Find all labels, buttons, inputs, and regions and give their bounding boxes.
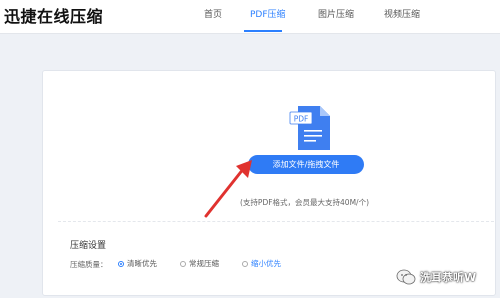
active-tab-indicator [244,30,282,32]
wechat-logo-icon [396,269,416,285]
option-clarity-first-label: 清晰优先 [127,259,157,268]
option-size-first[interactable]: 缩小优先 [242,258,281,269]
compress-settings-title: 压缩设置 [70,241,107,251]
radio-size-first[interactable] [242,260,248,267]
quality-label: 压缩质量： [70,260,108,269]
nav-video-compress[interactable]: 视频压缩 [384,7,420,20]
add-file-button[interactable]: 添加文件/拖拽文件 [248,155,364,174]
option-clarity-first[interactable]: 清晰优先 [118,258,157,269]
app-logo[interactable]: 迅捷在线压缩 [4,3,103,27]
radio-normal-compress[interactable] [180,260,186,267]
radio-clarity-first[interactable] [118,260,124,267]
watermark: 洗耳恭听W [396,264,500,290]
option-normal-compress[interactable]: 常规压缩 [180,258,219,269]
pdf-file-icon[interactable]: PDF [288,104,332,152]
watermark-text: 洗耳恭听W [420,271,477,284]
red-arrow-annotation [204,160,252,218]
upload-hint: (支持PDF格式，会员最大支持40M/个) [240,198,370,207]
option-normal-compress-label: 常规压缩 [189,259,219,268]
section-divider [58,221,494,222]
nav-pdf-compress[interactable]: PDF压缩 [250,7,286,20]
top-nav-bar: 迅捷在线压缩 首页 PDF压缩 图片压缩 视频压缩 [0,0,500,34]
option-size-first-label: 缩小优先 [251,259,281,268]
nav-image-compress[interactable]: 图片压缩 [318,7,354,20]
nav-home[interactable]: 首页 [204,7,222,20]
pdf-icon-label: PDF [294,115,309,124]
